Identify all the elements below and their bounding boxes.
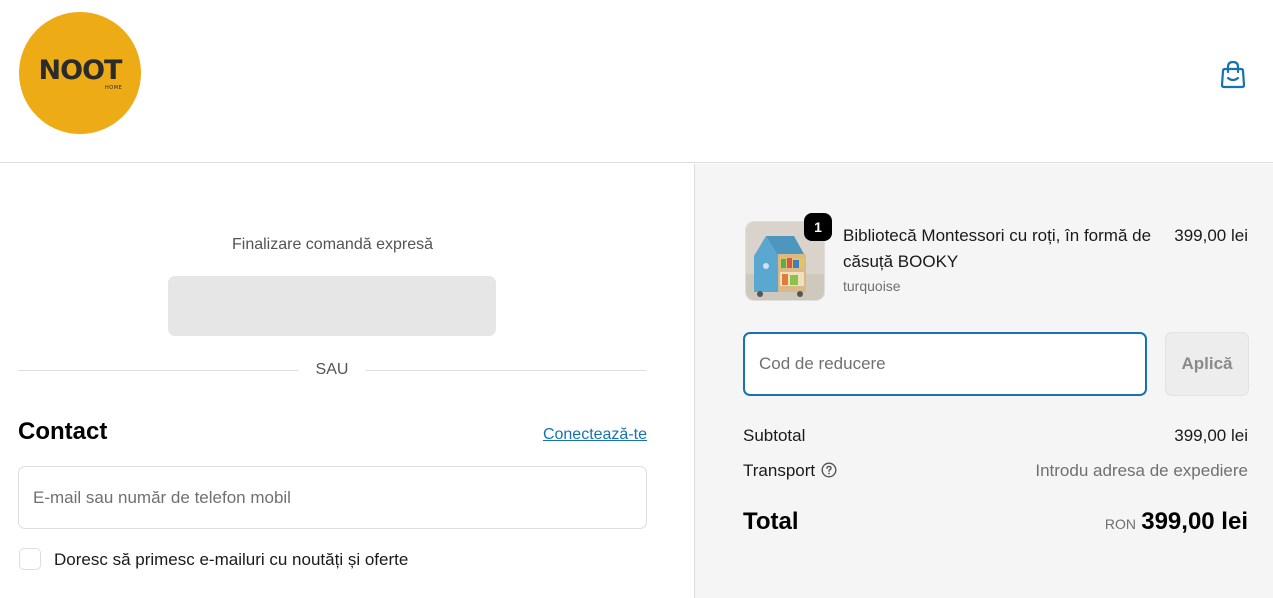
logo-subtitle: HOME — [105, 85, 123, 91]
total-currency: RON — [1104, 516, 1136, 532]
express-checkout-title: Finalizare comandă expresă — [232, 236, 433, 253]
shipping-row: Transport — [743, 461, 837, 481]
order-summary-panel: 1 Bibliotecă Montessori cu roți, în form… — [694, 164, 1273, 598]
login-link[interactable]: Conectează-te — [543, 426, 647, 444]
contact-heading: Contact — [18, 418, 108, 445]
cart-button[interactable] — [1217, 58, 1249, 92]
shopping-bag-icon — [1220, 60, 1246, 89]
divider-line-right — [366, 370, 647, 371]
product-name: Bibliotecă Montessori cu roți, în formă … — [843, 226, 1152, 271]
express-checkout-button[interactable] — [168, 276, 496, 336]
total-value: 399,00 lei — [1141, 508, 1248, 535]
newsletter-checkbox[interactable] — [19, 548, 41, 570]
help-circle-icon[interactable] — [821, 462, 837, 478]
shipping-label: Transport — [743, 461, 816, 480]
shipping-value: Introdu adresa de expediere — [1035, 461, 1248, 480]
checkout-form-panel: Finalizare comandă expresă SAU Contact C… — [0, 164, 694, 598]
subtotal-label: Subtotal — [743, 426, 806, 445]
total-label: Total — [743, 508, 799, 535]
product-variant: turquoise — [843, 278, 901, 294]
logo-wordmark: NOOT — [38, 55, 123, 86]
product-price: 399,00 lei — [1174, 226, 1248, 245]
email-field[interactable] — [18, 466, 647, 529]
apply-discount-button[interactable]: Aplică — [1165, 332, 1249, 396]
subtotal-value: 399,00 lei — [1174, 426, 1248, 445]
header: NOOT HOME — [0, 0, 1273, 163]
divider-line-left — [18, 370, 298, 371]
newsletter-label: Doresc să primesc e-mailuri cu noutăți ș… — [54, 550, 409, 569]
store-logo[interactable]: NOOT HOME — [19, 12, 141, 134]
discount-code-input[interactable] — [743, 332, 1147, 396]
divider-or: SAU — [315, 361, 349, 378]
quantity-badge: 1 — [804, 213, 832, 241]
